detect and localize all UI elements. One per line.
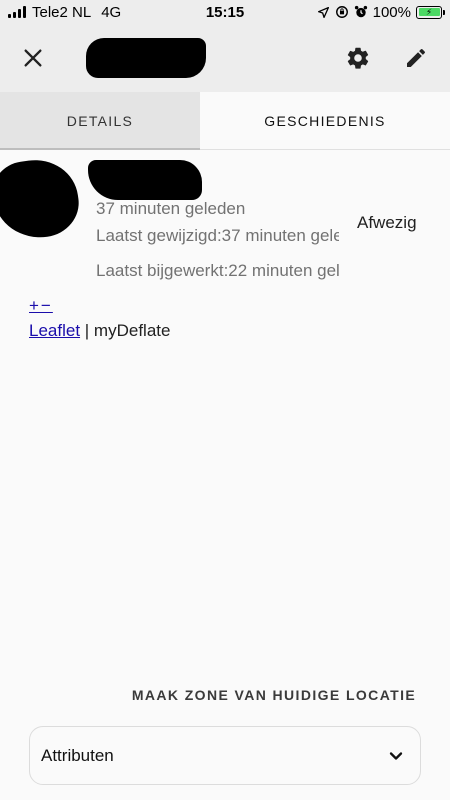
rotation-lock-icon — [335, 6, 348, 18]
attributes-label: Attributen — [41, 745, 114, 765]
close-icon — [24, 49, 42, 67]
map-attribution: Leaflet | myDeflate — [29, 321, 170, 341]
entity-info: 37 minuten geleden Laatst gewijzigd:37 m… — [96, 198, 339, 287]
entity-name-redaction — [88, 160, 202, 200]
battery-percentage: 100% — [372, 3, 411, 21]
tab-bar: DETAILS GESCHIEDENIS — [0, 92, 450, 150]
status-bar: Tele2 NL 4G 15:15 100% ⚡ — [0, 0, 450, 24]
close-button[interactable] — [9, 34, 57, 82]
entity-state: Afwezig — [357, 213, 417, 232]
signal-strength-icon — [8, 6, 26, 18]
map-zoom-controls[interactable]: +− — [29, 296, 53, 316]
network-type: 4G — [101, 3, 122, 21]
edit-button[interactable] — [392, 34, 440, 82]
app-bar: C — [0, 24, 450, 92]
gear-icon — [347, 47, 369, 69]
last-updated: Laatst bijgewerkt:22 minuten geleden — [96, 261, 339, 280]
carrier-name: Tele2 NL — [32, 3, 92, 21]
pencil-icon — [407, 48, 426, 67]
last-changed: Laatst gewijzigd:37 minuten geleden — [96, 226, 339, 245]
battery-charging-icon: ⚡ — [416, 5, 445, 19]
attributes-expander[interactable]: Attributen — [29, 726, 421, 785]
leaflet-link[interactable]: Leaflet — [29, 321, 80, 340]
make-zone-button[interactable]: MAAK ZONE VAN HUIDIGE LOCATIE — [130, 681, 418, 709]
tab-history[interactable]: GESCHIEDENIS — [200, 92, 450, 149]
settings-button[interactable] — [334, 34, 382, 82]
alarm-icon — [354, 5, 367, 18]
attribution-separator: | — [80, 321, 94, 340]
entity-icon-redaction — [0, 154, 84, 244]
status-left: Tele2 NL 4G — [0, 4, 160, 21]
relative-time: 37 minuten geleden — [96, 199, 246, 218]
status-right: 100% ⚡ — [317, 3, 445, 21]
chevron-down-icon — [389, 751, 403, 760]
location-arrow-icon — [317, 6, 329, 18]
attribution-text: myDeflate — [93, 321, 171, 340]
title-redaction — [86, 38, 206, 78]
tab-details[interactable]: DETAILS — [0, 92, 200, 150]
